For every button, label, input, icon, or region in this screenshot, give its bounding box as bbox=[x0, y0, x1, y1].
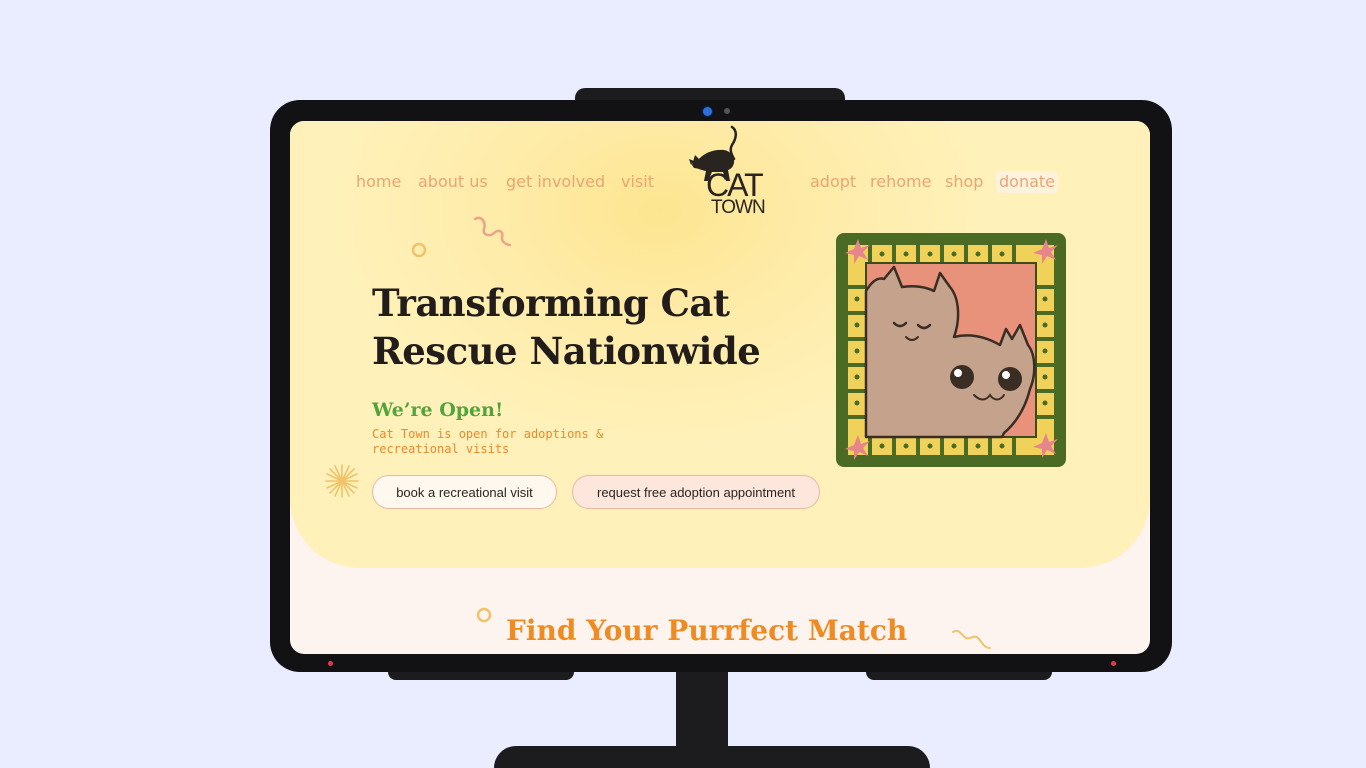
nav-shop[interactable]: shop bbox=[945, 171, 983, 193]
cat-town-logo[interactable]: CAT TOWN bbox=[686, 125, 768, 221]
squiggle-icon bbox=[952, 629, 991, 649]
hero-title-line2: Rescue Nationwide bbox=[372, 329, 761, 373]
cats-illustration bbox=[836, 233, 1066, 467]
adoption-appointment-button[interactable]: request free adoption appointment bbox=[572, 475, 820, 509]
circle-icon bbox=[476, 607, 492, 623]
circle-icon bbox=[411, 242, 427, 258]
website-screen: home about us get involved visit adopt r… bbox=[290, 121, 1150, 654]
stand-neck bbox=[676, 668, 728, 758]
nav-rehome[interactable]: rehome bbox=[870, 171, 931, 193]
logo-text-town: TOWN bbox=[711, 197, 766, 218]
hero-title-line1: Transforming Cat bbox=[372, 281, 730, 325]
book-visit-button[interactable]: book a recreational visit bbox=[372, 475, 557, 509]
sunburst-icon bbox=[325, 464, 359, 498]
hero-title: Transforming Cat Rescue Nationwide bbox=[372, 279, 812, 375]
nav-home[interactable]: home bbox=[356, 171, 401, 193]
nav-adopt[interactable]: adopt bbox=[810, 171, 856, 193]
nav-donate[interactable]: donate bbox=[996, 171, 1059, 193]
squiggle-icon bbox=[473, 216, 512, 247]
nav-get-involved[interactable]: get involved bbox=[506, 171, 605, 193]
indicator-light-left bbox=[328, 661, 333, 666]
open-status-text: Cat Town is open for adoptions & recreat… bbox=[372, 427, 604, 456]
sensor-dot bbox=[724, 108, 730, 114]
indicator-light-right bbox=[1111, 661, 1116, 666]
find-match-title: Find Your Purrfect Match bbox=[506, 614, 908, 647]
nav-about-us[interactable]: about us bbox=[418, 171, 488, 193]
nav-visit[interactable]: visit bbox=[621, 171, 654, 193]
open-status-title: We’re Open! bbox=[372, 399, 504, 421]
camera-icon bbox=[702, 106, 713, 117]
device-mockup: home about us get involved visit adopt r… bbox=[0, 0, 1366, 768]
